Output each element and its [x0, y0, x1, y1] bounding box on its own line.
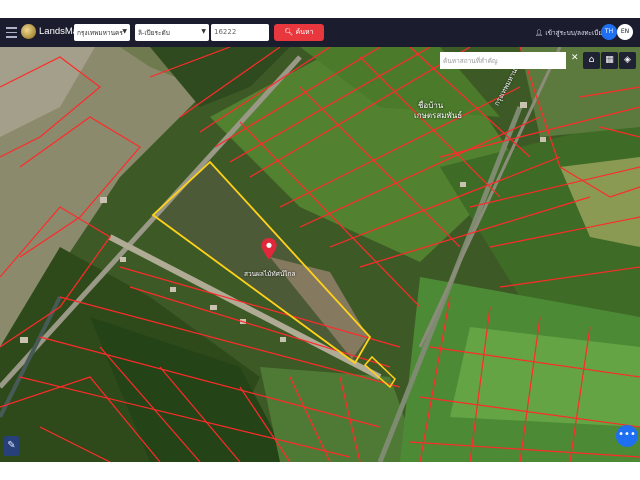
- chevron-down-icon: ▼: [122, 28, 127, 35]
- province-value: กรุงเทพมหานคร: [77, 29, 123, 37]
- top-margin: [0, 0, 640, 18]
- province-select[interactable]: กรุงเทพมหานคร ▼: [74, 24, 130, 41]
- login-link[interactable]: 👤︎ เข้าสู่ระบบ/ลงทะเบียน: [535, 28, 607, 38]
- lang-en-button[interactable]: EN: [617, 24, 633, 40]
- logo-icon: [21, 24, 36, 39]
- district-value: ลิ-เปียระดับ: [138, 29, 170, 37]
- parcel-number-input[interactable]: 16222: [211, 24, 269, 41]
- map-pin-icon[interactable]: [261, 238, 277, 260]
- tool-icon[interactable]: ✎: [4, 436, 19, 456]
- grid-icon[interactable]: ▦: [601, 52, 618, 69]
- map-imagery: [0, 47, 640, 462]
- place-label: สวนผลไม้ทัศน์ไกล: [244, 270, 296, 278]
- close-icon[interactable]: ✕: [571, 53, 579, 63]
- layers-icon[interactable]: ◈: [619, 52, 636, 69]
- home-icon[interactable]: ⌂: [583, 52, 600, 69]
- search-button-label: ค้นหา: [295, 28, 314, 36]
- menu-icon[interactable]: [6, 27, 17, 41]
- satellite-map[interactable]: สวนผลไม้ทัศน์ไกล ชื่อบ้าน เกษตรสมพันธ์ ก…: [0, 47, 640, 462]
- user-icon: 👤︎: [535, 29, 544, 37]
- lang-th-button[interactable]: TH: [601, 24, 617, 40]
- district-select[interactable]: ลิ-เปียระดับ ▼: [135, 24, 209, 41]
- chevron-down-icon: ▼: [201, 28, 206, 35]
- area-label-2: เกษตรสมพันธ์: [414, 111, 463, 120]
- map-search-input[interactable]: ค้นหาสถานที่สำคัญ: [440, 52, 566, 69]
- more-icon[interactable]: •••: [616, 425, 638, 447]
- navbar: LandsMaps กรุงเทพมหานคร ▼ ลิ-เปียระดับ ▼…: [0, 18, 640, 47]
- search-button[interactable]: 🔍︎ ค้นหา: [274, 24, 324, 41]
- search-icon: 🔍︎: [284, 28, 294, 36]
- bottom-margin: [0, 462, 640, 480]
- login-label: เข้าสู่ระบบ/ลงทะเบียน: [545, 29, 607, 37]
